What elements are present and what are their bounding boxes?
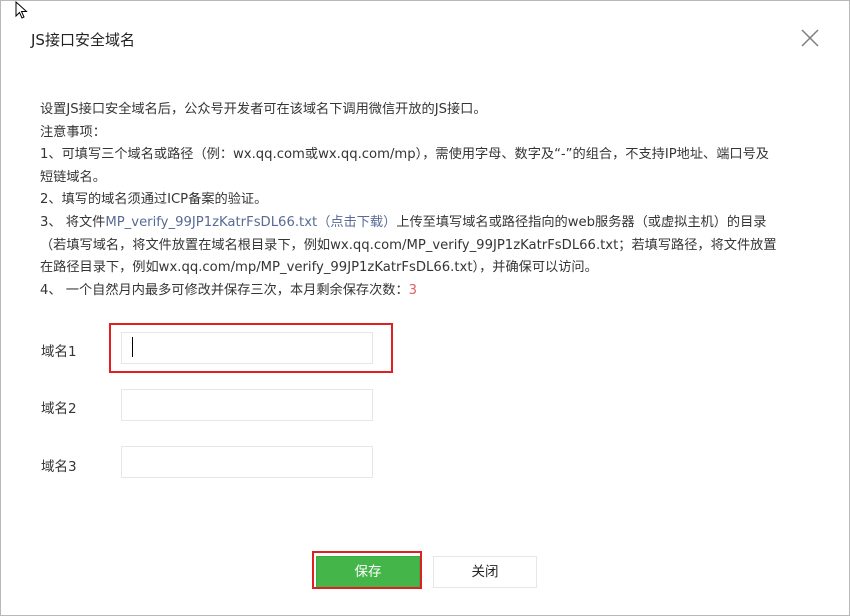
close-icon[interactable] [799,27,821,49]
dialog-title: JS接口安全域名 [31,31,135,49]
notice-item-4: 4、 一个自然月内最多可修改并保存三次，本月剩余保存次数：3 [40,280,815,303]
notice-text: 设置JS接口安全域名后，公众号开发者可在该域名下调用微信开放的JS接口。 注意事… [40,99,815,302]
domain-3-label: 域名3 [41,459,77,475]
save-button[interactable]: 保存 [316,556,420,588]
close-button[interactable]: 关闭 [433,556,537,588]
domain-2-label: 域名2 [41,401,77,417]
notice-item-1: 1、可填写三个域名或路径（例：wx.qq.com或wx.qq.com/mp），需… [40,147,769,163]
domain-settings-dialog: JS接口安全域名 设置JS接口安全域名后，公众号开发者可在该域名下调用微信开放的… [0,0,850,616]
notice-item-2: 2、填写的域名须通过ICP备案的验证。 [40,192,268,208]
download-link[interactable]: （点击下载） [317,215,396,230]
notice-item-1-cont: 短链域名。 [40,169,106,185]
domain-3-input[interactable] [121,446,373,478]
notice-item-3-prefix: 3、 将文件 [40,214,106,230]
notice-intro: 设置JS接口安全域名后，公众号开发者可在该域名下调用微信开放的JS接口。 [40,102,487,117]
notice-item-3-line2: （若填写域名，将文件放置在域名根目录下，例如wx.qq.com/MP_verif… [40,237,777,253]
domain-1-label: 域名1 [41,344,77,360]
verify-file-link[interactable]: MP_verify_99JP1zKatrFsDL66.txt [105,215,317,230]
notice-item-3-suffix: 上传至填写域名或路径指向的web服务器（或虚拟主机）的目录 [396,214,767,230]
notice-item-4-prefix: 4、 一个自然月内最多可修改并保存三次，本月剩余保存次数： [40,282,409,298]
text-caret [132,337,133,357]
remaining-count: 3 [408,282,418,298]
mouse-cursor-icon [15,1,28,19]
domain-2-input[interactable] [121,389,373,421]
notice-item-3: 3、 将文件MP_verify_99JP1zKatrFsDL66.txt（点击下… [40,212,815,235]
notice-heading: 注意事项： [40,124,106,140]
notice-item-3-line3: 在路径目录下，例如wx.qq.com/mp/MP_verify_99JP1zKa… [40,260,598,276]
domain-1-input[interactable] [121,332,373,364]
